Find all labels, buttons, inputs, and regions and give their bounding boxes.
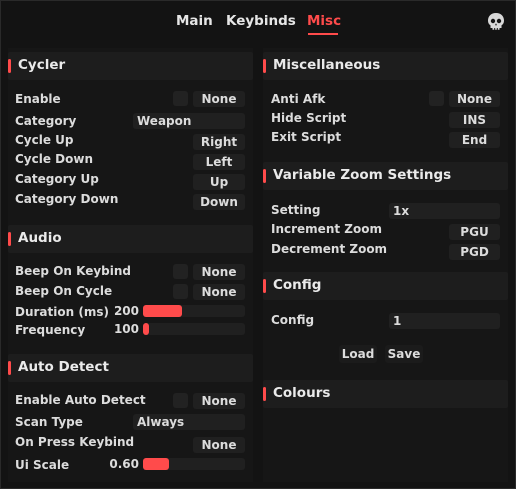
tab-main[interactable]: Main — [176, 13, 213, 29]
auto-detect-title: Auto Detect — [18, 359, 109, 375]
miscellaneous-title: Miscellaneous — [273, 57, 381, 73]
right-column: Miscellaneous Anti Afk None Hide Script … — [263, 48, 508, 482]
increment-zoom-label: Increment Zoom — [271, 222, 382, 236]
decrement-zoom-keybind[interactable]: PGD — [449, 244, 500, 260]
frequency-slider[interactable] — [143, 323, 245, 335]
on-press-keybind-label: On Press Keybind — [15, 435, 135, 449]
miscellaneous-section-header[interactable]: Miscellaneous — [263, 52, 508, 80]
enable-auto-detect-label: Enable Auto Detect — [15, 393, 146, 407]
beep-on-keybind-checkbox[interactable] — [173, 264, 188, 279]
ui-scale-label: Ui Scale — [15, 458, 70, 472]
anti-afk-keybind[interactable]: None — [449, 91, 500, 107]
left-column: Cycler Enable None Category Weapon Cycle… — [8, 48, 253, 482]
beep-on-cycle-label: Beep On Cycle — [15, 284, 113, 298]
ui-scale-value: 0.60 — [109, 457, 139, 471]
section-accent-bar — [8, 232, 11, 246]
beep-on-cycle-keybind[interactable]: None — [193, 284, 245, 300]
config-section-header[interactable]: Config — [263, 272, 508, 300]
tab-misc[interactable]: Misc — [307, 13, 341, 29]
enable-keybind[interactable]: None — [193, 91, 245, 107]
category-up-label: Category Up — [15, 172, 99, 186]
active-tab-underline — [308, 33, 338, 35]
beep-on-cycle-checkbox[interactable] — [173, 284, 188, 299]
exit-script-keybind[interactable]: End — [449, 132, 500, 148]
exit-script-label: Exit Script — [271, 130, 342, 144]
scan-type-dropdown[interactable]: Always — [133, 414, 245, 430]
scan-type-label: Scan Type — [15, 415, 83, 429]
duration-slider-fill — [143, 305, 182, 317]
ui-scale-slider[interactable] — [143, 458, 245, 470]
variable-zoom-title: Variable Zoom Settings — [273, 167, 452, 183]
tab-keybinds[interactable]: Keybinds — [226, 13, 296, 29]
setting-dropdown[interactable]: 1x — [389, 203, 500, 219]
beep-on-keybind-label: Beep On Keybind — [15, 264, 131, 278]
section-accent-bar — [263, 59, 266, 73]
enable-checkbox[interactable] — [173, 91, 188, 106]
section-accent-bar — [263, 279, 266, 293]
category-down-keybind[interactable]: Down — [193, 194, 245, 210]
colours-section-header[interactable]: Colours — [263, 380, 508, 408]
decrement-zoom-label: Decrement Zoom — [271, 242, 388, 256]
section-accent-bar — [8, 361, 11, 375]
audio-section-header[interactable]: Audio — [8, 225, 253, 253]
anti-afk-label: Anti Afk — [271, 92, 326, 106]
frequency-label: Frequency — [15, 323, 86, 337]
audio-title: Audio — [18, 230, 62, 246]
beep-on-keybind-keybind[interactable]: None — [193, 264, 245, 280]
frequency-slider-fill — [143, 323, 150, 335]
cycle-up-label: Cycle Up — [15, 133, 74, 147]
load-button[interactable]: Load — [339, 345, 377, 363]
section-accent-bar — [8, 59, 11, 73]
on-press-keybind-keybind[interactable]: None — [193, 437, 245, 453]
cycle-down-keybind[interactable]: Left — [193, 154, 245, 170]
category-down-label: Category Down — [15, 192, 119, 206]
hide-script-keybind[interactable]: INS — [449, 112, 500, 128]
colours-title: Colours — [273, 385, 331, 401]
auto-detect-section-header[interactable]: Auto Detect — [8, 354, 253, 382]
ui-scale-slider-fill — [143, 458, 169, 470]
duration-value: 200 — [113, 304, 139, 318]
hide-script-label: Hide Script — [271, 111, 347, 125]
save-button[interactable]: Save — [385, 345, 423, 363]
section-accent-bar — [263, 169, 266, 183]
duration-slider[interactable] — [143, 305, 245, 317]
cycler-title: Cycler — [18, 57, 66, 73]
cycle-down-label: Cycle Down — [15, 152, 94, 166]
category-up-keybind[interactable]: Up — [193, 174, 245, 190]
cycler-section-header[interactable]: Cycler — [8, 52, 253, 80]
variable-zoom-section-header[interactable]: Variable Zoom Settings — [263, 162, 508, 190]
config-title: Config — [273, 277, 322, 293]
increment-zoom-keybind[interactable]: PGU — [449, 224, 500, 240]
category-label: Category — [15, 114, 77, 128]
frequency-value: 100 — [113, 322, 139, 336]
config-field-label: Config — [271, 313, 315, 327]
category-dropdown[interactable]: Weapon — [133, 113, 245, 129]
enable-auto-detect-keybind[interactable]: None — [193, 393, 245, 409]
section-accent-bar — [263, 387, 266, 401]
setting-label: Setting — [271, 203, 321, 217]
skull-icon[interactable] — [485, 11, 507, 33]
cycle-up-keybind[interactable]: Right — [193, 134, 245, 150]
duration-label: Duration (ms) — [15, 305, 109, 319]
enable-label: Enable — [15, 92, 61, 106]
anti-afk-checkbox[interactable] — [429, 91, 444, 106]
enable-auto-detect-checkbox[interactable] — [173, 393, 188, 408]
config-input[interactable]: 1 — [389, 313, 500, 329]
